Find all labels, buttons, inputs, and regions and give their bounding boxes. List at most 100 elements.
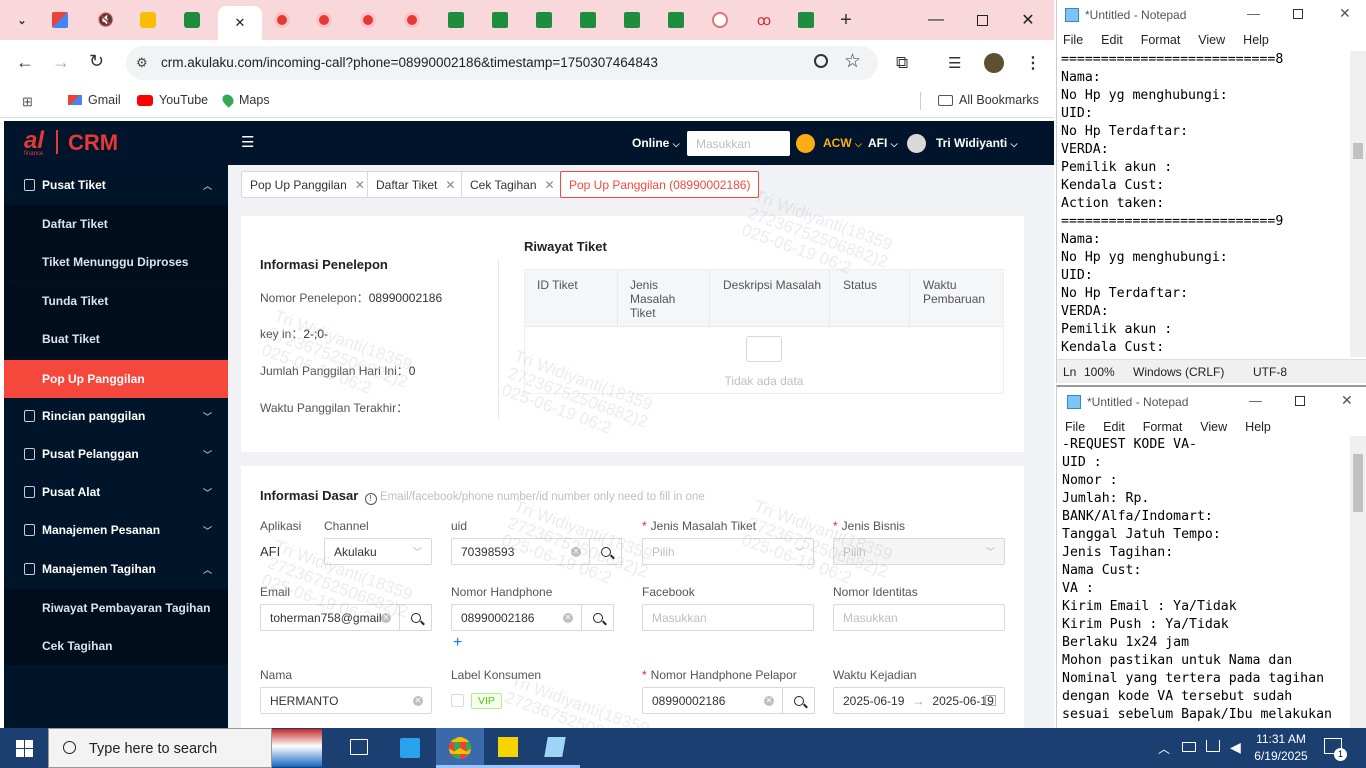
tab-sheets-4[interactable] xyxy=(568,6,608,34)
hp-pelapor-input[interactable]: 08990002186 ✕ xyxy=(642,687,783,714)
taskbar-chrome[interactable] xyxy=(436,728,484,768)
tab-keep[interactable] xyxy=(128,6,168,34)
tab-sheets-1[interactable] xyxy=(436,6,476,34)
acw-dropdown[interactable]: ACW ⌵ xyxy=(823,136,862,150)
bookmark-youtube[interactable]: YouTube xyxy=(137,93,208,107)
tab-gmail[interactable] xyxy=(40,6,80,34)
back-icon[interactable]: ← xyxy=(16,52,34,73)
scrollbar[interactable] xyxy=(1350,436,1366,728)
clock-time[interactable]: 11:31 AM xyxy=(1250,732,1312,746)
clear-icon[interactable]: ✕ xyxy=(571,547,581,557)
notepad-text-area[interactable]: ===========================8 Nama: No Hp… xyxy=(1061,51,1349,357)
facebook-input[interactable]: Masukkan xyxy=(642,604,814,631)
hp-pelapor-search-button[interactable] xyxy=(782,687,815,714)
tab-sheets-6[interactable] xyxy=(656,6,696,34)
address-bar[interactable]: ⚙ crm.akulaku.com/incoming-call?phone=08… xyxy=(126,46,878,80)
user-avatar[interactable] xyxy=(907,134,926,153)
sidebar-item-tiket-menunggu[interactable]: Tiket Menunggu Diproses xyxy=(4,243,228,281)
close-icon[interactable]: ✕ xyxy=(355,178,365,192)
sidebar-group-manajemen-tagihan[interactable]: Manajemen Tagihan ︿ xyxy=(4,550,228,588)
email-input[interactable]: toherman758@gmail. ✕ xyxy=(260,604,400,631)
close-window-button[interactable]: ✕ xyxy=(1341,392,1353,409)
minimize-button[interactable]: — xyxy=(1247,6,1260,21)
tab-classroom[interactable] xyxy=(172,6,212,34)
taskbar-sticky-notes[interactable] xyxy=(484,728,532,768)
scrollbar-thumb[interactable] xyxy=(1353,143,1363,159)
uid-search-button[interactable] xyxy=(589,538,622,565)
all-bookmarks[interactable]: All Bookmarks xyxy=(938,93,1039,107)
clear-icon[interactable]: ✕ xyxy=(413,696,423,706)
page-tab-cek-tagihan[interactable]: Cek Tagihan ✕ xyxy=(461,171,564,198)
menu-view[interactable]: View xyxy=(1198,33,1225,47)
menu-help[interactable]: Help xyxy=(1245,420,1271,434)
clear-icon[interactable]: ✕ xyxy=(764,696,774,706)
store-icon[interactable] xyxy=(400,738,420,758)
new-tab-button[interactable]: + xyxy=(826,6,866,34)
tab-current[interactable]: ✕ xyxy=(218,6,262,40)
header-search-input[interactable]: Masukkan xyxy=(687,131,790,156)
minimize-button[interactable]: — xyxy=(1249,393,1262,408)
scrollbar[interactable] xyxy=(1350,51,1366,357)
menu-icon[interactable]: ⋮ xyxy=(1025,53,1041,73)
add-phone-button[interactable]: + xyxy=(453,634,462,652)
menu-file[interactable]: File xyxy=(1063,33,1083,47)
clear-icon[interactable]: ✕ xyxy=(563,613,573,623)
user-dropdown[interactable]: Tri Widiyanti ⌵ xyxy=(936,136,1017,150)
close-window-button[interactable]: ✕ xyxy=(1339,5,1351,22)
close-icon[interactable]: ✕ xyxy=(445,178,455,192)
email-search-button[interactable] xyxy=(399,604,432,631)
taskbar-notepad[interactable] xyxy=(532,728,580,768)
bookmark-star-icon[interactable]: ☆ xyxy=(844,50,861,73)
tab-crm-4[interactable] xyxy=(392,6,432,34)
maximize-button[interactable] xyxy=(1293,9,1303,19)
sidebar-group-pusat-pelanggan[interactable]: Pusat Pelanggan ﹀ xyxy=(4,435,228,473)
vip-checkbox[interactable] xyxy=(451,694,464,707)
tab-sheets-5[interactable] xyxy=(612,6,652,34)
close-window-button[interactable]: ✕ xyxy=(1006,8,1050,32)
menu-file[interactable]: File xyxy=(1065,420,1085,434)
forward-icon[interactable]: → xyxy=(52,52,70,73)
reload-icon[interactable]: ↻ xyxy=(89,51,104,72)
close-icon[interactable]: ✕ xyxy=(235,15,246,31)
tab-sheets-7[interactable] xyxy=(786,6,826,34)
taskbar-search[interactable]: Type here to search xyxy=(48,728,272,768)
sidebar-group-manajemen-pesanan[interactable]: Manajemen Pesanan ﹀ xyxy=(4,511,228,549)
tab-generic[interactable] xyxy=(700,6,740,34)
minimize-button[interactable]: — xyxy=(914,8,958,32)
hp-search-button[interactable] xyxy=(581,604,614,631)
tab-sheets-2[interactable] xyxy=(480,6,520,34)
sidebar-item-buat-tiket[interactable]: Buat Tiket xyxy=(4,320,228,358)
sidebar-item-cek-tagihan[interactable]: Cek Tagihan xyxy=(4,627,228,665)
maximize-button[interactable] xyxy=(1295,396,1305,406)
waktu-range-picker[interactable]: 2025-06-19 → 2025-06-19 xyxy=(833,687,1005,714)
bookmark-maps[interactable]: Maps xyxy=(220,92,270,108)
scrollbar-thumb[interactable] xyxy=(1353,454,1363,512)
menu-edit[interactable]: Edit xyxy=(1103,420,1125,434)
bookmark-gmail[interactable]: Gmail xyxy=(68,93,121,107)
network-icon[interactable] xyxy=(1206,740,1220,752)
url-text[interactable]: crm.akulaku.com/incoming-call?phone=0899… xyxy=(161,55,658,70)
tab-sheets-3[interactable] xyxy=(524,6,564,34)
sidebar-group-pusat-alat[interactable]: Pusat Alat ﹀ xyxy=(4,473,228,511)
nama-input[interactable]: HERMANTO ✕ xyxy=(260,687,432,714)
jenis-bisnis-select[interactable]: Pilih ﹀ xyxy=(833,538,1005,565)
uid-input[interactable]: 70398593 ✕ xyxy=(451,538,590,565)
jenis-masalah-select[interactable]: Pilih ﹀ xyxy=(642,538,814,565)
profile-avatar[interactable] xyxy=(984,53,1004,73)
channel-select[interactable]: Akulaku ﹀ xyxy=(324,538,432,565)
menu-format[interactable]: Format xyxy=(1143,420,1183,434)
volume-icon[interactable]: ◀ xyxy=(1230,739,1241,756)
apps-icon[interactable]: ⊞ xyxy=(22,94,33,110)
tab-bow[interactable]: ꝏ xyxy=(744,6,784,34)
status-dropdown[interactable]: Online ⌵ xyxy=(632,136,680,150)
afi-dropdown[interactable]: AFI ⌵ xyxy=(868,136,898,150)
collapse-menu-icon[interactable]: ☰ xyxy=(241,133,254,151)
clear-icon[interactable]: ✕ xyxy=(381,613,391,623)
battery-icon[interactable] xyxy=(1182,742,1196,752)
maximize-button[interactable] xyxy=(960,8,1004,32)
sidebar-item-daftar-tiket[interactable]: Daftar Tiket xyxy=(4,205,228,243)
task-view-icon[interactable] xyxy=(350,739,368,755)
close-icon[interactable]: ✕ xyxy=(545,178,555,192)
tab-search-button[interactable]: ⌄ xyxy=(4,6,40,34)
sidebar-group-pusat-tiket[interactable]: Pusat Tiket ︿ xyxy=(4,166,228,204)
